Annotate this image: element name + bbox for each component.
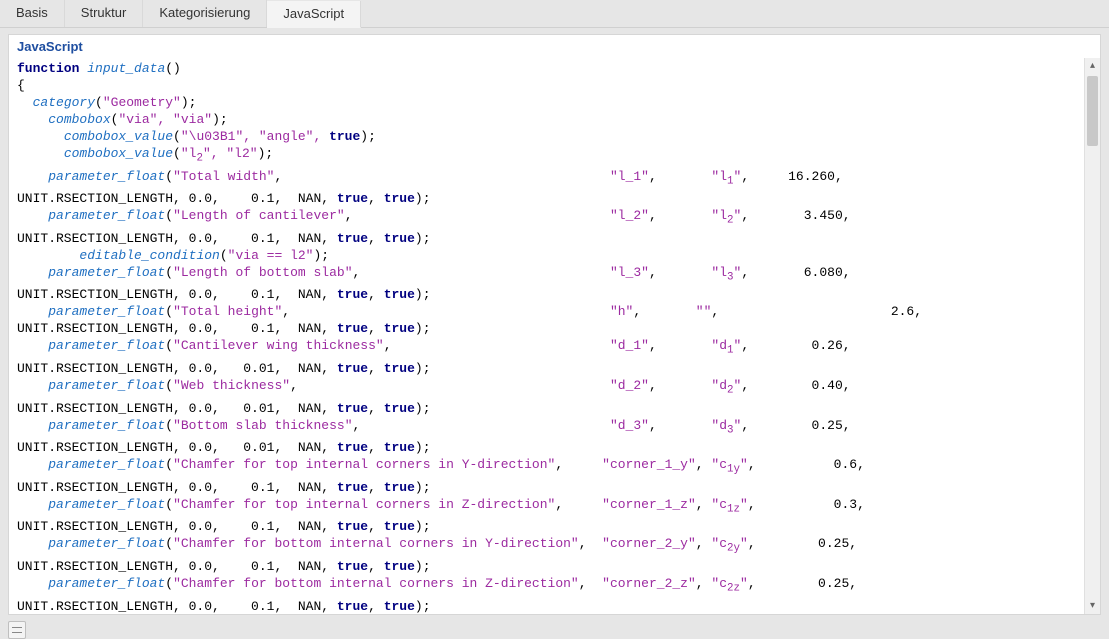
tab-kategorisierung[interactable]: Kategorisierung bbox=[143, 0, 267, 27]
tab-struktur[interactable]: Struktur bbox=[65, 0, 144, 27]
scrollbar-thumb[interactable] bbox=[1087, 76, 1098, 146]
vertical-scrollbar[interactable]: ▴ ▾ bbox=[1084, 58, 1100, 614]
tab-javascript[interactable]: JavaScript bbox=[267, 1, 361, 28]
tab-bar: Basis Struktur Kategorisierung JavaScrip… bbox=[0, 0, 1109, 28]
status-bar bbox=[8, 619, 1101, 639]
scroll-down-icon[interactable]: ▾ bbox=[1085, 598, 1100, 614]
panel-title: JavaScript bbox=[9, 35, 1100, 58]
scroll-up-icon[interactable]: ▴ bbox=[1085, 58, 1100, 74]
javascript-panel: JavaScript function input_data() { categ… bbox=[8, 34, 1101, 615]
tab-basis[interactable]: Basis bbox=[0, 0, 65, 27]
code-editor[interactable]: function input_data() { category("Geomet… bbox=[9, 58, 1084, 614]
status-icon[interactable] bbox=[8, 621, 26, 639]
